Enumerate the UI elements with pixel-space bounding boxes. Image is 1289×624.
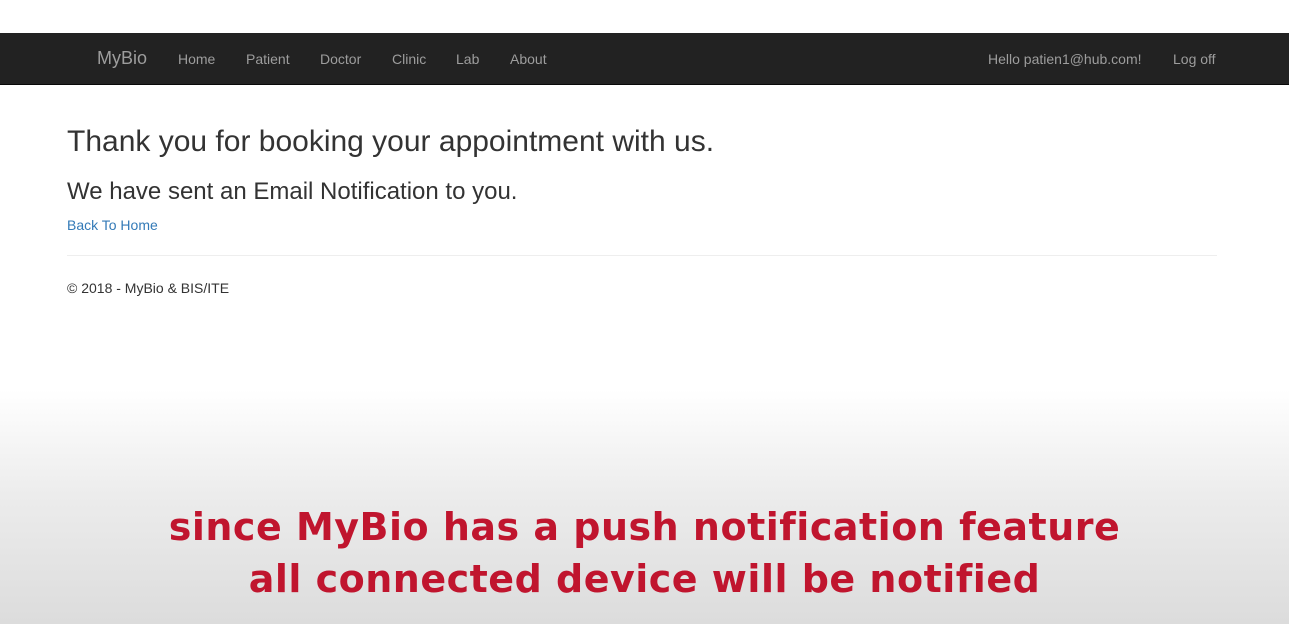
nav-link-lab[interactable]: Lab — [456, 51, 479, 67]
nav-link-home[interactable]: Home — [178, 51, 215, 67]
logoff-link[interactable]: Log off — [1173, 51, 1216, 67]
nav-link-patient[interactable]: Patient — [246, 51, 290, 67]
navbar: MyBio Home Patient Doctor Clinic Lab Abo… — [0, 33, 1289, 85]
nav-link-clinic[interactable]: Clinic — [392, 51, 426, 67]
caption-line-1: since MyBio has a push notification feat… — [168, 505, 1121, 549]
nav-link-about[interactable]: About — [510, 51, 547, 67]
notification-message: We have sent an Email Notification to yo… — [67, 178, 518, 205]
nav-link-doctor[interactable]: Doctor — [320, 51, 361, 67]
user-greeting-link[interactable]: Hello patien1@hub.com! — [988, 51, 1142, 67]
page-title: Thank you for booking your appointment w… — [67, 125, 715, 158]
brand-link[interactable]: MyBio — [97, 48, 147, 68]
top-whitespace — [0, 0, 1289, 33]
footer-copyright: © 2018 - MyBio & BIS/ITE — [67, 280, 230, 296]
caption-line-2: all connected device will be notified — [248, 557, 1041, 601]
back-to-home-link[interactable]: Back To Home — [67, 217, 158, 233]
footer-divider — [67, 255, 1217, 256]
